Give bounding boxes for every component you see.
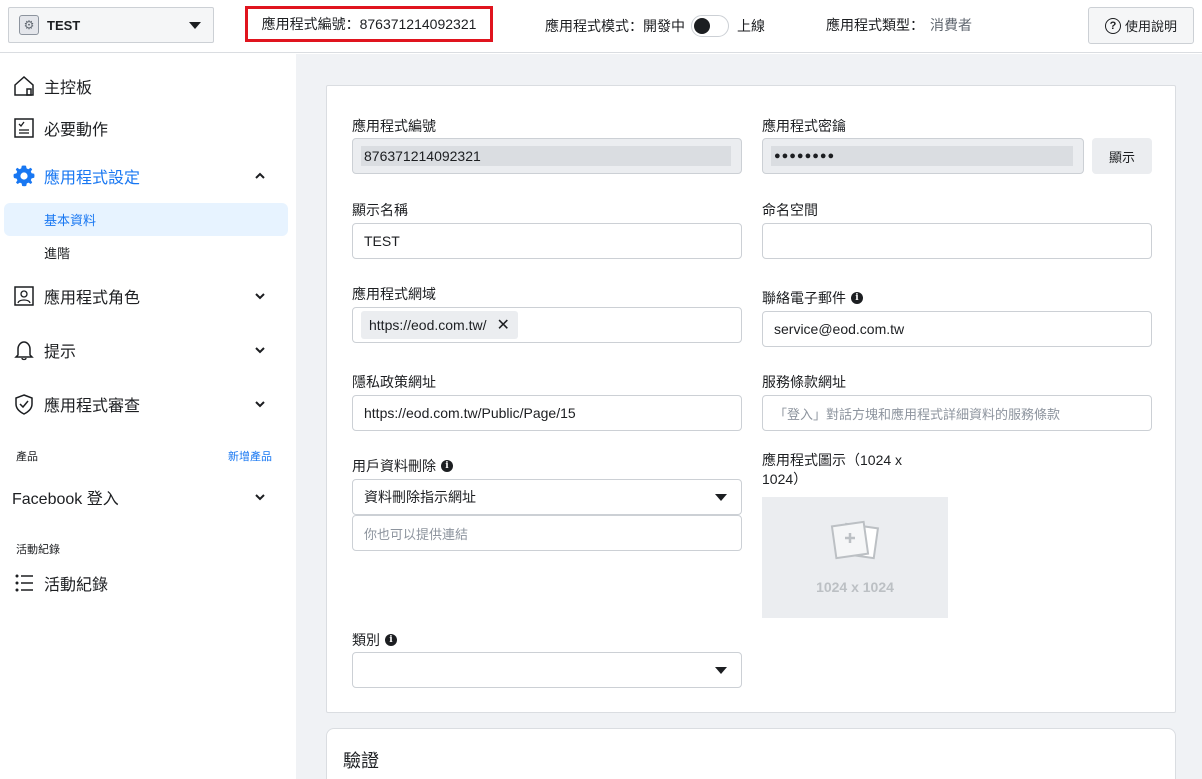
namespace-label: 命名空間 xyxy=(762,202,818,218)
app-name: TEST xyxy=(47,17,81,33)
app-id-value: 876371214092321 xyxy=(364,148,481,164)
top-bar: ⚙ TEST 應用程式編號：876371214092321 應用程式模式：開發中… xyxy=(0,0,1202,53)
app-mode-toggle[interactable] xyxy=(691,15,729,37)
namespace-input[interactable] xyxy=(762,223,1152,259)
close-icon[interactable]: ✕ xyxy=(497,315,510,335)
app-type-value: 消費者 xyxy=(930,17,972,33)
sidebar-subitem-advanced[interactable]: 進階 xyxy=(4,236,288,269)
display-name-label: 顯示名稱 xyxy=(352,202,408,218)
display-name-input[interactable]: TEST xyxy=(352,223,742,259)
app-type: 應用程式類型： 消費者 xyxy=(826,15,972,35)
app-id-text: 應用程式編號：876371214092321 xyxy=(261,16,477,32)
data-deletion-select-value: 資料刪除指示網址 xyxy=(364,489,476,505)
contact-email-label: 聯絡電子郵件 i xyxy=(762,288,863,308)
app-mode: 應用程式模式：開發中 上線 xyxy=(545,15,765,37)
sidebar-item-label: 提示 xyxy=(44,344,77,361)
chevron-down-icon xyxy=(715,667,727,674)
app-secret-field[interactable]: ●●●●●●●● xyxy=(762,138,1084,174)
sidebar-item-required-actions[interactable]: 必要動作 xyxy=(0,108,296,148)
domain-chip-text: https://eod.com.tw/ xyxy=(369,317,487,333)
chevron-down-icon xyxy=(253,343,267,357)
app-domains-input[interactable]: https://eod.com.tw/ ✕ xyxy=(352,307,742,343)
help-label: 使用說明 xyxy=(1124,19,1177,34)
sidebar-item-app-roles[interactable]: 應用程式角色 xyxy=(0,276,296,316)
sidebar-subitem-basic[interactable]: 基本資料 xyxy=(4,203,288,236)
category-label: 類別 i xyxy=(352,630,397,650)
app-type-label: 應用程式類型： xyxy=(826,17,924,33)
sidebar-subitem-label: 進階 xyxy=(44,246,71,261)
checklist-icon xyxy=(12,116,36,140)
app-id-label: 應用程式編號 xyxy=(352,118,436,134)
app-icon-label: 應用程式圖示（1024 x 1024） xyxy=(762,451,902,489)
app-icon-size: 1024 x 1024 xyxy=(816,579,894,595)
shield-check-icon xyxy=(12,392,36,416)
question-icon: ? xyxy=(1104,17,1121,34)
chevron-down-icon xyxy=(715,494,727,501)
sidebar-item-label: Facebook 登入 xyxy=(12,491,119,508)
products-section-label: 產品 xyxy=(16,451,38,463)
chevron-down-icon xyxy=(253,490,267,504)
sidebar-item-label: 活動紀錄 xyxy=(44,577,109,594)
basic-settings-card: 應用程式編號 876371214092321 應用程式密鑰 ●●●●●●●● 顯… xyxy=(326,85,1176,713)
chevron-up-icon xyxy=(253,169,267,183)
bell-icon xyxy=(12,338,36,362)
category-select[interactable] xyxy=(352,652,742,688)
contact-email-label-text: 聯絡電子郵件 xyxy=(762,290,846,306)
data-deletion-select[interactable]: 資料刪除指示網址 xyxy=(352,479,742,515)
app-id-field[interactable]: 876371214092321 xyxy=(352,138,742,174)
chevron-down-icon xyxy=(253,397,267,411)
verification-title: 驗證 xyxy=(343,751,379,771)
app-id-highlight: 應用程式編號：876371214092321 xyxy=(245,6,493,42)
person-badge-icon xyxy=(12,284,36,308)
chevron-down-icon xyxy=(253,289,267,303)
info-icon[interactable]: i xyxy=(385,634,397,646)
app-icon-label-line1: 應用程式圖示（1024 x xyxy=(762,452,903,468)
info-icon[interactable]: i xyxy=(441,460,453,472)
sidebar-item-app-settings[interactable]: 應用程式設定 xyxy=(0,156,296,196)
add-product-link[interactable]: 新增產品 xyxy=(228,448,272,464)
contact-email-input[interactable]: service@eod.com.tw xyxy=(762,311,1152,347)
activity-section-label: 活動紀錄 xyxy=(16,544,60,556)
chevron-down-icon xyxy=(189,21,201,29)
app-gear-icon: ⚙ xyxy=(19,15,39,35)
sidebar-subitem-label: 基本資料 xyxy=(44,213,97,228)
sidebar: 主控板 必要動作 應用程式設定 基本資料 進階 應用程式角色 提示 應用程式審查… xyxy=(0,54,296,779)
home-icon xyxy=(12,74,36,98)
app-secret-value: ●●●●●●●● xyxy=(774,150,836,162)
verification-card: 驗證 xyxy=(326,728,1176,779)
image-add-icon xyxy=(828,520,882,569)
help-button[interactable]: ? 使用說明 xyxy=(1088,7,1194,44)
tos-url-label: 服務條款網址 xyxy=(762,374,846,390)
category-label-text: 類別 xyxy=(352,632,380,648)
app-mode-live-label: 上線 xyxy=(737,18,765,34)
app-selector[interactable]: ⚙ TEST xyxy=(8,7,214,43)
privacy-url-input[interactable]: https://eod.com.tw/Public/Page/15 xyxy=(352,395,742,431)
sidebar-item-label: 必要動作 xyxy=(44,122,109,139)
domain-chip: https://eod.com.tw/ ✕ xyxy=(361,311,518,339)
sidebar-item-app-review[interactable]: 應用程式審查 xyxy=(0,384,296,424)
sidebar-item-label: 應用程式角色 xyxy=(44,290,141,307)
sidebar-item-activity-log[interactable]: 活動紀錄 xyxy=(0,563,296,603)
data-deletion-label-text: 用戶資料刪除 xyxy=(352,458,436,474)
sidebar-item-facebook-login[interactable]: Facebook 登入 xyxy=(0,477,296,517)
show-secret-button[interactable]: 顯示 xyxy=(1092,138,1152,174)
main-content: 應用程式編號 876371214092321 應用程式密鑰 ●●●●●●●● 顯… xyxy=(296,54,1202,779)
sidebar-item-label: 應用程式審查 xyxy=(44,398,141,415)
tos-url-input[interactable]: 「登入」對話方塊和應用程式詳細資料的服務條款 xyxy=(762,395,1152,431)
list-icon xyxy=(12,571,36,595)
gear-icon xyxy=(12,164,36,188)
sidebar-item-alerts[interactable]: 提示 xyxy=(0,330,296,370)
info-icon[interactable]: i xyxy=(851,292,863,304)
app-domains-label: 應用程式網域 xyxy=(352,286,436,302)
sidebar-item-label: 應用程式設定 xyxy=(44,170,141,187)
data-deletion-label: 用戶資料刪除 i xyxy=(352,456,453,476)
sidebar-item-label: 主控板 xyxy=(44,80,93,97)
privacy-url-label: 隱私政策網址 xyxy=(352,374,436,390)
app-icon-upload[interactable]: 1024 x 1024 xyxy=(762,497,948,618)
app-icon-label-line2: 1024） xyxy=(762,471,808,487)
sidebar-item-dashboard[interactable]: 主控板 xyxy=(0,66,296,106)
data-deletion-url-input[interactable]: 你也可以提供連結 xyxy=(352,515,742,551)
app-mode-label: 應用程式模式：開發中 xyxy=(545,18,685,34)
app-secret-label: 應用程式密鑰 xyxy=(762,118,846,134)
